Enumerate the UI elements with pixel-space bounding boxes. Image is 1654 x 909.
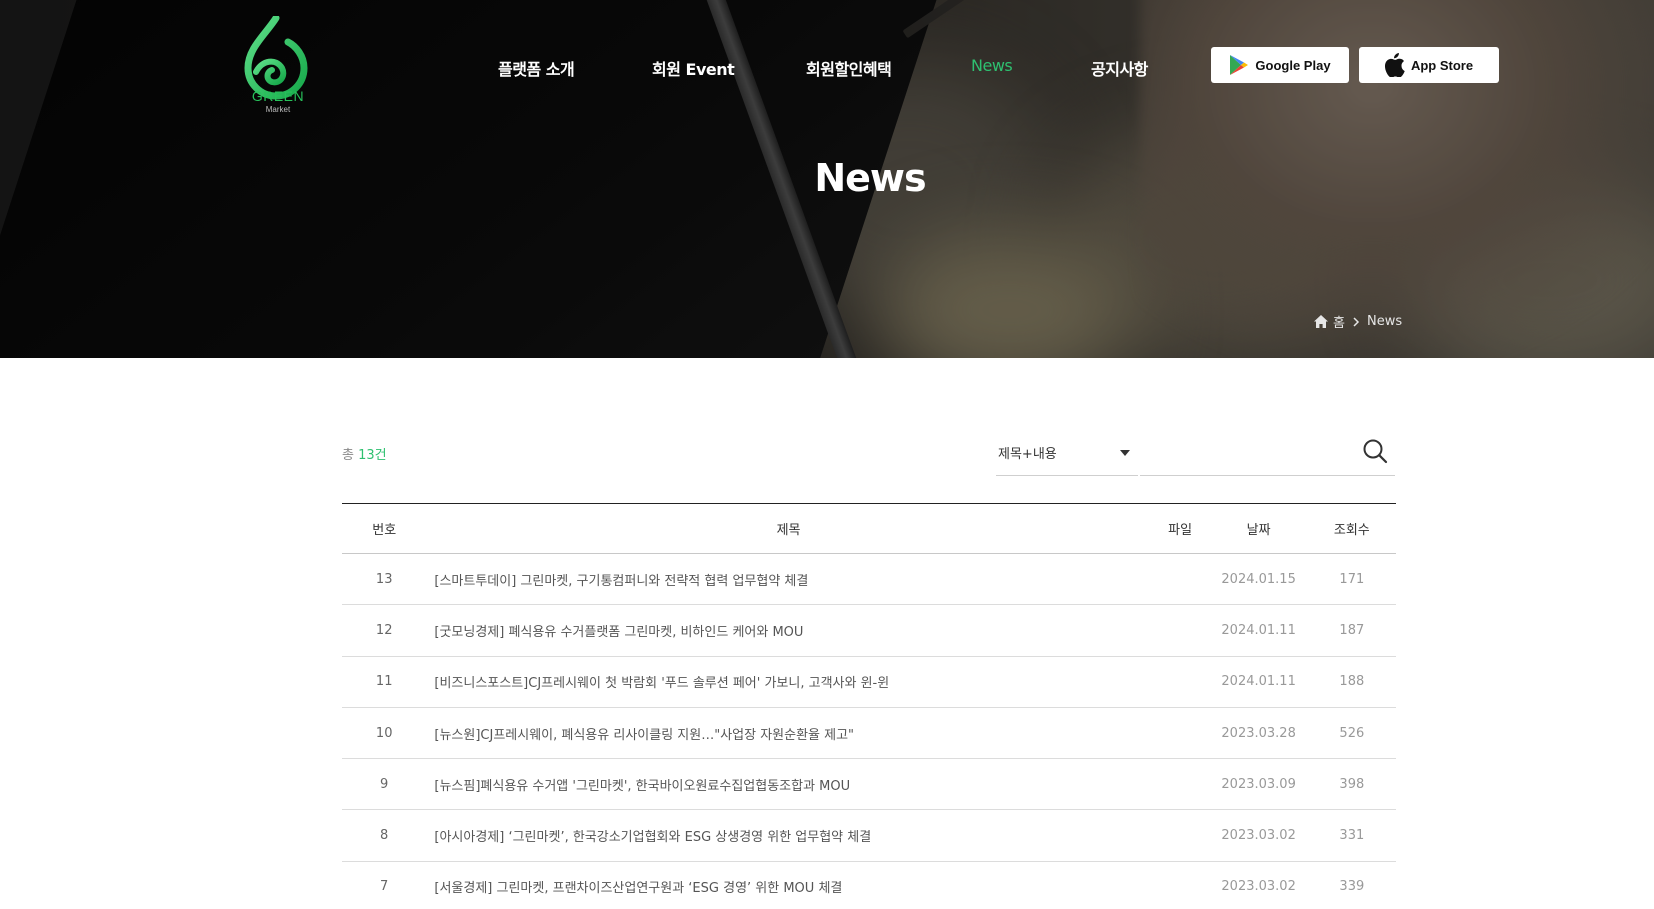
table-header: 번호 제목 파일 날짜 조회수 bbox=[342, 504, 1396, 554]
search-icon[interactable] bbox=[1362, 438, 1388, 464]
table-row[interactable]: 9 [뉴스핌]폐식용유 수거앱 '그린마켓', 한국바이오원료수집업협동조합과 … bbox=[342, 759, 1396, 811]
google-play-label: Google Play bbox=[1255, 57, 1331, 73]
row-date: 2023.03.28 bbox=[1221, 725, 1296, 741]
row-views: 171 bbox=[1339, 571, 1365, 587]
row-no: 9 bbox=[380, 776, 389, 792]
row-no: 12 bbox=[375, 622, 393, 638]
table-row[interactable]: 11 [비즈니스포스트]CJ프레시웨이 첫 박람회 '푸드 솔루션 페어' 가보… bbox=[342, 657, 1396, 708]
table-row[interactable]: 7 [서울경제] 그린마켓, 프랜차이즈산업연구원과 ‘ESG 경영’ 위한 M… bbox=[342, 862, 1396, 909]
nav-item-notice[interactable]: 공지사항 bbox=[1091, 56, 1148, 80]
col-header-views: 조회수 bbox=[1333, 523, 1370, 538]
row-title-link[interactable]: [스마트투데이] 그린마켓, 구기통컴퍼니와 전략적 협력 업무협약 체결 bbox=[426, 570, 1150, 589]
table-row[interactable]: 8 [아시아경제] ‘그린마켓’, 한국강소기업협회와 ESG 상생경영 위한 … bbox=[342, 810, 1396, 862]
table-row[interactable]: 10 [뉴스원]CJ프레시웨이, 폐식용유 리사이클링 지원…"사업장 자원순환… bbox=[342, 708, 1396, 760]
caret-down-icon bbox=[1120, 450, 1130, 456]
row-no: 13 bbox=[375, 571, 393, 587]
row-date: 2023.03.02 bbox=[1221, 828, 1296, 844]
nav-item-news[interactable]: News bbox=[971, 56, 1013, 75]
total-prefix: 총 bbox=[342, 448, 359, 463]
row-title-link[interactable]: [굿모닝경제] 폐식용유 수거플랫폼 그린마켓, 비하인드 케어와 MOU bbox=[426, 621, 1150, 640]
home-icon[interactable] bbox=[1314, 315, 1328, 328]
app-store-button[interactable]: App Store bbox=[1359, 47, 1499, 83]
row-date: 2024.01.11 bbox=[1221, 674, 1296, 690]
col-header-no: 번호 bbox=[372, 523, 397, 538]
table-row[interactable]: 13 [스마트투데이] 그린마켓, 구기통컴퍼니와 전략적 협력 업무협약 체결… bbox=[342, 554, 1396, 606]
search-type-select[interactable]: 제목+내용 bbox=[996, 430, 1138, 476]
col-header-file: 파일 bbox=[1168, 523, 1193, 538]
row-no: 11 bbox=[375, 674, 393, 690]
row-title-link[interactable]: [서울경제] 그린마켓, 프랜차이즈산업연구원과 ‘ESG 경영’ 위한 MOU… bbox=[426, 877, 1150, 896]
breadcrumb-home[interactable]: 홈 bbox=[1333, 312, 1345, 331]
row-views: 339 bbox=[1339, 879, 1365, 895]
nav-item-event[interactable]: 회원 Event bbox=[652, 56, 735, 80]
apple-icon bbox=[1384, 53, 1405, 77]
row-title-link[interactable]: [뉴스핌]폐식용유 수거앱 '그린마켓', 한국바이오원료수집업협동조합과 MO… bbox=[426, 775, 1150, 794]
row-views: 398 bbox=[1339, 776, 1365, 792]
row-views: 188 bbox=[1339, 674, 1365, 690]
row-date: 2023.03.02 bbox=[1221, 879, 1296, 895]
table-row[interactable]: 12 [굿모닝경제] 폐식용유 수거플랫폼 그린마켓, 비하인드 케어와 MOU… bbox=[342, 605, 1396, 657]
nav-item-discount[interactable]: 회원할인혜택 bbox=[806, 56, 892, 80]
breadcrumb: 홈 News bbox=[1314, 312, 1402, 331]
chevron-right-icon bbox=[1353, 316, 1360, 327]
col-header-title: 제목 bbox=[776, 523, 801, 538]
row-no: 8 bbox=[380, 828, 389, 844]
news-table: 번호 제목 파일 날짜 조회수 13 [스마트투데이] 그린마켓, 구기통컴퍼니… bbox=[342, 503, 1396, 909]
row-views: 187 bbox=[1339, 622, 1365, 638]
search-input[interactable] bbox=[1140, 430, 1395, 476]
logo-subtext: Market bbox=[265, 105, 291, 114]
logo-text: GREEN bbox=[251, 88, 305, 104]
total-count: 총 13건 bbox=[342, 444, 387, 463]
app-store-label: App Store bbox=[1410, 57, 1474, 73]
row-title-link[interactable]: [비즈니스포스트]CJ프레시웨이 첫 박람회 '푸드 솔루션 페어' 가보니, … bbox=[426, 672, 1150, 691]
row-title-link[interactable]: [아시아경제] ‘그린마켓’, 한국강소기업협회와 ESG 상생경영 위한 업무… bbox=[426, 826, 1150, 845]
row-title-link[interactable]: [뉴스원]CJ프레시웨이, 폐식용유 리사이클링 지원…"사업장 자원순환율 제… bbox=[426, 724, 1150, 743]
row-no: 10 bbox=[375, 725, 393, 741]
row-date: 2024.01.11 bbox=[1221, 622, 1296, 638]
total-number: 13건 bbox=[358, 448, 387, 463]
row-no: 7 bbox=[380, 879, 389, 895]
page-title: News bbox=[814, 156, 926, 200]
nav-item-platform[interactable]: 플랫폼 소개 bbox=[498, 56, 575, 80]
breadcrumb-current: News bbox=[1366, 314, 1403, 329]
row-views: 331 bbox=[1339, 828, 1365, 844]
row-date: 2023.03.09 bbox=[1221, 776, 1296, 792]
row-views: 526 bbox=[1339, 725, 1365, 741]
row-date: 2024.01.15 bbox=[1221, 571, 1296, 587]
google-play-icon bbox=[1230, 55, 1249, 75]
google-play-button[interactable]: Google Play bbox=[1211, 47, 1349, 83]
search-type-value: 제목+내용 bbox=[998, 447, 1057, 462]
col-header-date: 날짜 bbox=[1246, 523, 1271, 538]
